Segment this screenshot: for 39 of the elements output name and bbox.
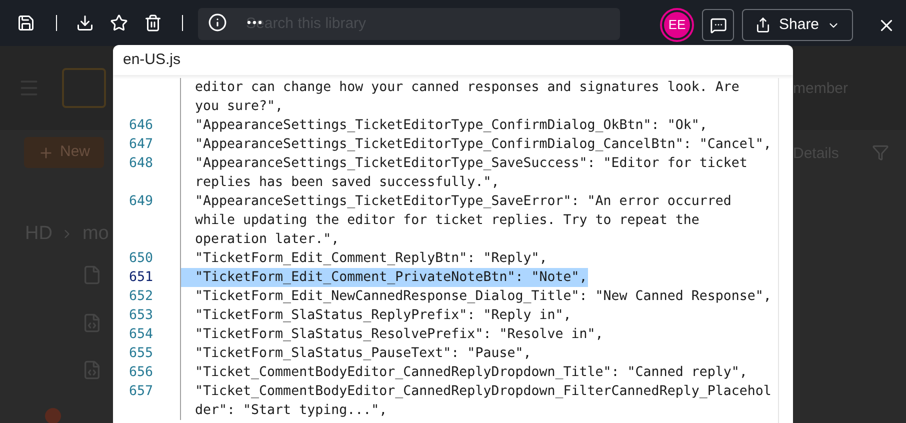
line-number: 649 (128, 194, 153, 209)
trash-icon[interactable] (144, 14, 162, 32)
code-line: "TicketForm_SlaStatus_ResolvePrefix": "Resolve in", (180, 325, 778, 344)
file-name: en-US.js (123, 50, 181, 70)
code-line: "TicketForm_SlaStatus_PauseText": "Pause", (180, 344, 778, 363)
line-number: 655 (128, 346, 153, 361)
line-number: 647 (128, 137, 153, 152)
line-number: 652 (128, 289, 153, 304)
save-icon[interactable] (17, 14, 35, 32)
code-line: "AppearanceSettings_TicketEditorType_SaveError": "An error occurred while updating the editor for ticket replies. Try to repeat the operation later.", (180, 192, 778, 249)
code-line: "AppearanceSettings_TicketEditorType_ConfirmDialog_CancelBtn": "Cancel", (180, 135, 778, 154)
star-icon[interactable] (110, 14, 128, 32)
info-icon[interactable] (208, 13, 227, 32)
code-line: "TicketForm_Edit_Comment_ReplyBtn": "Reply", (180, 249, 778, 268)
line-number: 648 (128, 156, 153, 171)
comment-icon (710, 16, 726, 34)
code-line: "Ticket_CommentBodyEditor_CannedReplyDropdown_FilterCannedReply_Placehol der": "Start typing...", (180, 382, 778, 420)
code-line: editor can change how your canned responses and signatures look. Are you sure?", (180, 78, 778, 116)
code-line: "Ticket_CommentBodyEditor_CannedReplyDropdown_Title": "Canned reply", (180, 363, 778, 382)
line-number: 651 (128, 270, 153, 285)
code-file-icon (82, 313, 102, 333)
line-number: 650 (128, 251, 153, 266)
line-number: 656 (128, 365, 153, 380)
file-icon (82, 265, 102, 285)
line-number: 646 (128, 118, 153, 133)
code-line: "AppearanceSettings_TicketEditorType_ConfirmDialog_OkBtn": "Ok", (180, 116, 778, 135)
user-avatar[interactable]: EE (662, 10, 692, 40)
comment-button[interactable] (702, 9, 734, 41)
code-line: "TicketForm_SlaStatus_ReplyPrefix": "Reply in", (180, 306, 778, 325)
code-line: "AppearanceSettings_TicketEditorType_SaveSuccess": "Editor for ticket replies has been saved successfully.", (180, 154, 778, 192)
share-button[interactable]: Share (742, 9, 854, 41)
plus-icon (38, 144, 54, 160)
line-number: 657 (128, 384, 153, 399)
share-icon (755, 17, 771, 33)
code-line: "TicketForm_Edit_NewCannedResponse_Dialog_Title": "New Canned Response", (180, 287, 778, 306)
line-number: 653 (128, 308, 153, 323)
code-file-icon (82, 360, 102, 380)
download-icon[interactable] (76, 14, 94, 32)
line-number: 654 (128, 327, 153, 342)
